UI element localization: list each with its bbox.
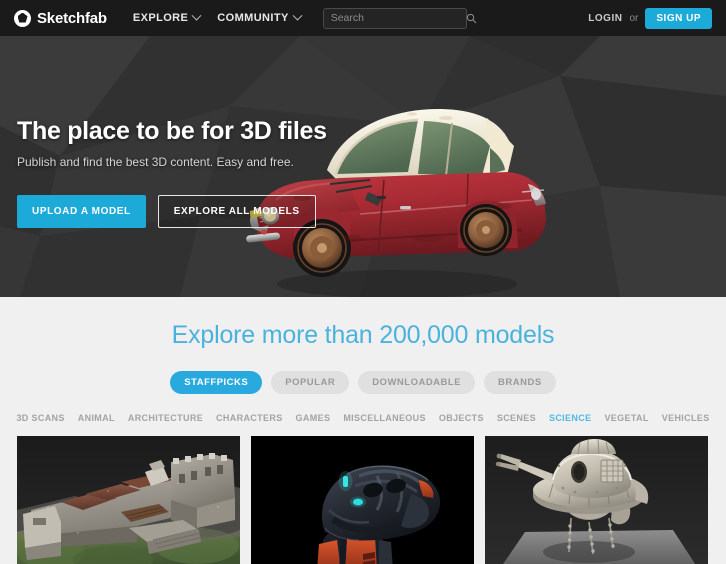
filter-pill-downloadable[interactable]: DOWNLOADABLE <box>358 371 476 394</box>
nav-item-community-label: COMMUNITY <box>217 12 289 24</box>
brand-logo[interactable]: Sketchfab <box>14 9 107 27</box>
category-animal[interactable]: ANIMAL <box>78 413 115 423</box>
hero-cta-group: UPLOAD A MODEL EXPLORE ALL MODELS <box>17 195 340 228</box>
filter-pill-staffpicks[interactable]: STAFFPICKS <box>170 371 263 394</box>
alien-bust-thumbnail <box>251 436 474 564</box>
primary-nav: EXPLORE COMMUNITY <box>132 10 303 24</box>
search-box[interactable] <box>322 7 476 29</box>
filter-pill-popular[interactable]: POPULAR <box>271 371 350 394</box>
fortress-scan-thumbnail <box>17 436 240 564</box>
explore-heading: Explore more than 200,000 models <box>171 321 555 349</box>
filter-pill-group: STAFFPICKS POPULAR DOWNLOADABLE BRANDS <box>0 371 726 394</box>
category-characters[interactable]: CHARACTERS <box>216 413 283 423</box>
brand-name: Sketchfab <box>37 9 107 27</box>
search-icon <box>466 13 476 23</box>
model-card-fortress[interactable] <box>17 436 240 564</box>
chevron-down-icon <box>292 10 303 21</box>
category-nav: 3D SCANS ANIMAL ARCHITECTURE CHARACTERS … <box>0 413 726 423</box>
category-miscellaneous[interactable]: MISCELLANEOUS <box>343 413 426 423</box>
category-vehicles[interactable]: VEHICLES <box>662 413 710 423</box>
filter-pill-brands[interactable]: BRANDS <box>484 371 556 394</box>
explore-all-models-button[interactable]: EXPLORE ALL MODELS <box>157 195 316 228</box>
model-card-hover-drone[interactable] <box>485 436 708 564</box>
category-science[interactable]: SCIENCE <box>549 413 591 423</box>
category-3d-scans[interactable]: 3D SCANS <box>16 413 64 423</box>
or-separator: or <box>629 12 639 24</box>
hover-drone-thumbnail <box>485 436 708 564</box>
sketchfab-logo-icon <box>14 9 31 27</box>
hero-banner: The place to be for 3D files Publish and… <box>0 36 726 297</box>
login-link[interactable]: LOGIN <box>588 13 622 24</box>
model-card-alien-bust[interactable] <box>251 436 474 564</box>
category-vegetal[interactable]: VEGETAL <box>604 413 648 423</box>
model-card-grid <box>0 423 726 564</box>
nav-item-explore[interactable]: EXPLORE <box>132 10 202 24</box>
nav-item-community[interactable]: COMMUNITY <box>217 10 303 24</box>
search-input[interactable] <box>330 12 466 24</box>
category-architecture[interactable]: ARCHITECTURE <box>128 413 203 423</box>
hero-content: The place to be for 3D files Publish and… <box>0 36 340 228</box>
category-games[interactable]: GAMES <box>296 413 331 423</box>
top-navigation-bar: Sketchfab EXPLORE COMMUNITY LOGIN or SIG… <box>0 0 726 36</box>
explore-section: Explore more than 200,000 models STAFFPI… <box>0 297 726 564</box>
category-scenes[interactable]: SCENES <box>497 413 536 423</box>
upload-a-model-button[interactable]: UPLOAD A MODEL <box>17 195 146 228</box>
account-actions: LOGIN or SIGN UP <box>588 7 712 29</box>
chevron-down-icon <box>191 10 202 21</box>
nav-item-explore-label: EXPLORE <box>132 12 189 24</box>
signup-button[interactable]: SIGN UP <box>645 7 712 29</box>
hero-title: The place to be for 3D files <box>17 117 327 145</box>
category-objects[interactable]: OBJECTS <box>439 413 484 423</box>
hero-subtitle: Publish and find the best 3D content. Ea… <box>17 155 294 169</box>
